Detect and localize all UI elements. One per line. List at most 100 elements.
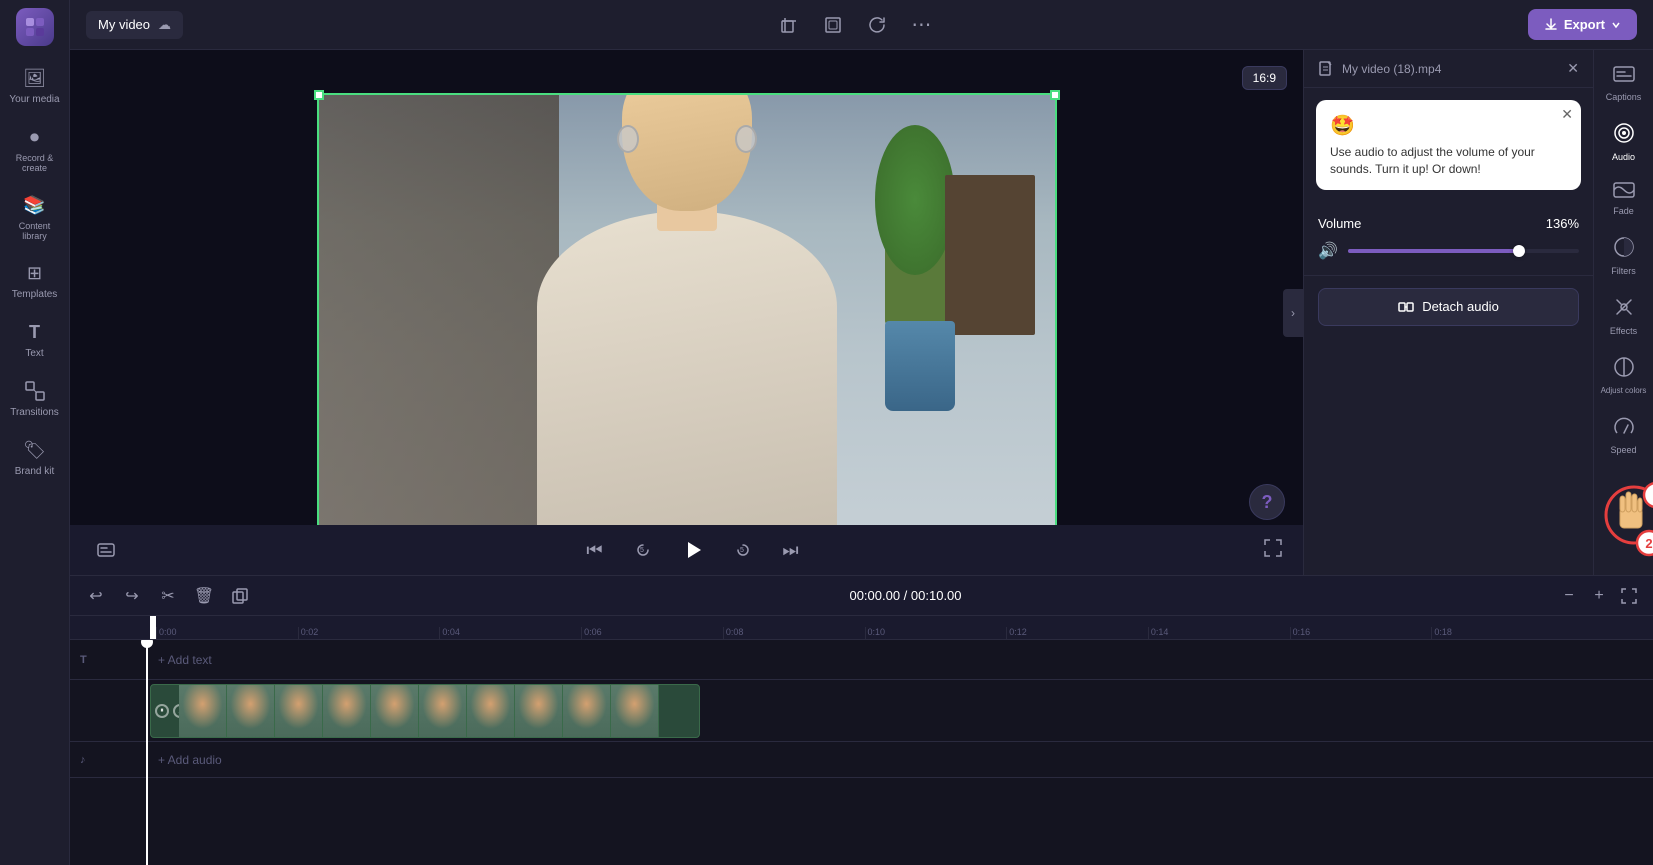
empty-track-row <box>70 778 1653 818</box>
ruler-mark-3: 0:06 <box>581 627 723 639</box>
right-icons-panel: Captions Audio Fade Filters <box>1593 50 1653 575</box>
sidebar-item-your-media[interactable]: 🖼 Your media <box>3 58 67 113</box>
detach-audio-button[interactable]: Detach audio <box>1318 288 1579 326</box>
zoom-out-button[interactable]: − <box>1557 584 1581 608</box>
timeline-toolbar: ↩ ↪ ✂ 🗑 00:00.00 / 00:10.00 − + <box>70 576 1653 616</box>
add-audio-button[interactable]: + Add audio <box>150 749 230 771</box>
project-title[interactable]: My video ☁ <box>86 11 183 39</box>
brand-icon: 🏷 <box>23 438 47 462</box>
add-audio-label: + Add audio <box>158 753 222 767</box>
effects-panel-label: Effects <box>1610 326 1637 336</box>
redo-button[interactable]: ↪ <box>118 582 146 610</box>
timeline-time-display: 00:00.00 / 00:10.00 <box>262 588 1549 603</box>
hand-cursor-icon: 1 2 <box>1584 475 1653 575</box>
filters-panel-item[interactable]: Filters <box>1596 228 1652 284</box>
video-clip[interactable]: ⏸ ♪ <box>150 684 700 738</box>
clip-thumb-1 <box>179 685 227 737</box>
ruler-mark-6: 0:12 <box>1006 627 1148 639</box>
rotate-tool-button[interactable] <box>861 9 893 41</box>
play-pause-button[interactable] <box>675 532 711 568</box>
volume-value-label: 136% <box>1546 216 1579 231</box>
clip-thumb-9 <box>563 685 611 737</box>
volume-icon: 🔊 <box>1318 241 1338 261</box>
duplicate-button[interactable] <box>226 582 254 610</box>
ruler-mark-8: 0:16 <box>1290 627 1432 639</box>
ruler-mark-1: 0:02 <box>298 627 440 639</box>
volume-thumb[interactable] <box>1513 245 1525 257</box>
timeline-area: ↩ ↪ ✂ 🗑 00:00.00 / 00:10.00 − + 0:00 <box>70 575 1653 865</box>
filters-panel-icon <box>1613 236 1635 263</box>
resize-tool-button[interactable] <box>817 9 849 41</box>
sidebar-label-text: Text <box>25 348 43 359</box>
sidebar-item-transitions[interactable]: Transitions <box>3 371 67 426</box>
timeline-playhead[interactable] <box>146 640 148 865</box>
fade-panel-item[interactable]: Fade <box>1596 174 1652 224</box>
file-name-label: My video (18).mp4 <box>1342 62 1441 76</box>
audio-track-content: + Add audio <box>150 742 1653 777</box>
audio-tooltip: ✕ 🤩 Use audio to adjust the volume of yo… <box>1316 100 1581 190</box>
clip-thumbnails <box>179 685 659 737</box>
fullscreen-button[interactable] <box>1263 538 1283 563</box>
add-text-label: + Add text <box>158 653 212 667</box>
volume-slider[interactable] <box>1348 249 1579 253</box>
adjust-colors-panel-item[interactable]: Adjust colors <box>1596 348 1652 403</box>
record-icon: ⏺ <box>23 125 47 149</box>
text-track-row: T + Add text <box>70 640 1653 680</box>
clip-pause-icon[interactable]: ⏸ <box>155 704 169 718</box>
text-track-content: + Add text <box>150 640 1653 679</box>
ruler-marks: 0:00 0:02 0:04 0:06 0:08 0:10 0:12 0:14 … <box>156 627 1573 639</box>
sidebar-item-text[interactable]: T Text <box>3 312 67 367</box>
effects-panel-item[interactable]: Effects <box>1596 288 1652 344</box>
main-area: My video ☁ ⋯ Export <box>70 0 1653 865</box>
skip-to-start-button[interactable]: ⏮ <box>579 534 611 566</box>
captions-panel-icon <box>1613 66 1635 89</box>
export-button[interactable]: Export <box>1528 9 1637 40</box>
fade-panel-label: Fade <box>1613 206 1634 216</box>
volume-section: Volume 136% 🔊 <box>1304 202 1593 276</box>
sidebar-item-templates[interactable]: ⊞ Templates <box>3 253 67 308</box>
audio-track-row: ♪ + Add audio <box>70 742 1653 778</box>
undo-button[interactable]: ↩ <box>82 582 110 610</box>
sidebar-item-record[interactable]: ⏺ Record &create <box>3 117 67 181</box>
more-options-button[interactable]: ⋯ <box>905 9 937 41</box>
help-button[interactable]: ? <box>1249 484 1285 520</box>
clip-thumb-6 <box>419 685 467 737</box>
ruler-mark-0: 0:00 <box>156 627 298 639</box>
media-icon: 🖼 <box>23 66 47 90</box>
text-icon: T <box>23 320 47 344</box>
resize-handle-tl[interactable] <box>314 90 324 100</box>
delete-button[interactable]: 🗑 <box>190 582 218 610</box>
fast-forward-button[interactable]: 5 <box>727 534 759 566</box>
library-icon: 📚 <box>23 193 47 217</box>
rewind-button[interactable]: 5 <box>627 534 659 566</box>
panel-toggle-button[interactable]: › <box>1283 289 1303 337</box>
zoom-in-button[interactable]: + <box>1587 584 1611 608</box>
ruler-mark-4: 0:08 <box>723 627 865 639</box>
audio-panel-item[interactable]: Audio <box>1596 114 1652 170</box>
aspect-ratio-badge[interactable]: 16:9 <box>1242 66 1287 90</box>
skip-to-end-button[interactable]: ⏭ <box>775 534 807 566</box>
crop-tool-button[interactable] <box>773 9 805 41</box>
resize-handle-tr[interactable] <box>1050 90 1060 100</box>
effects-panel-icon <box>1613 296 1635 323</box>
tooltip-text: Use audio to adjust the volume of your s… <box>1330 145 1535 176</box>
captions-button[interactable] <box>90 534 122 566</box>
tooltip-close-button[interactable]: ✕ <box>1561 106 1573 123</box>
sidebar-item-content-library[interactable]: 📚 Contentlibrary <box>3 185 67 249</box>
add-text-button[interactable]: + Add text <box>150 649 220 671</box>
speed-panel-item[interactable]: Speed <box>1596 407 1652 463</box>
cut-button[interactable]: ✂ <box>154 582 182 610</box>
volume-fill <box>1348 249 1519 253</box>
speed-panel-icon <box>1613 415 1635 442</box>
sidebar-label-templates: Templates <box>12 289 58 300</box>
video-frame[interactable] <box>317 93 1057 533</box>
close-panel-button[interactable]: ✕ <box>1567 60 1579 77</box>
ruler-mark-2: 0:04 <box>439 627 581 639</box>
fade-panel-icon <box>1613 182 1635 203</box>
zoom-fit-button[interactable] <box>1617 584 1641 608</box>
captions-panel-item[interactable]: Captions <box>1596 58 1652 110</box>
sidebar-label-record: Record &create <box>16 153 54 173</box>
app-logo[interactable] <box>16 8 54 46</box>
detach-label: Detach audio <box>1422 299 1499 314</box>
sidebar-item-brand-kit[interactable]: 🏷 Brand kit <box>3 430 67 485</box>
